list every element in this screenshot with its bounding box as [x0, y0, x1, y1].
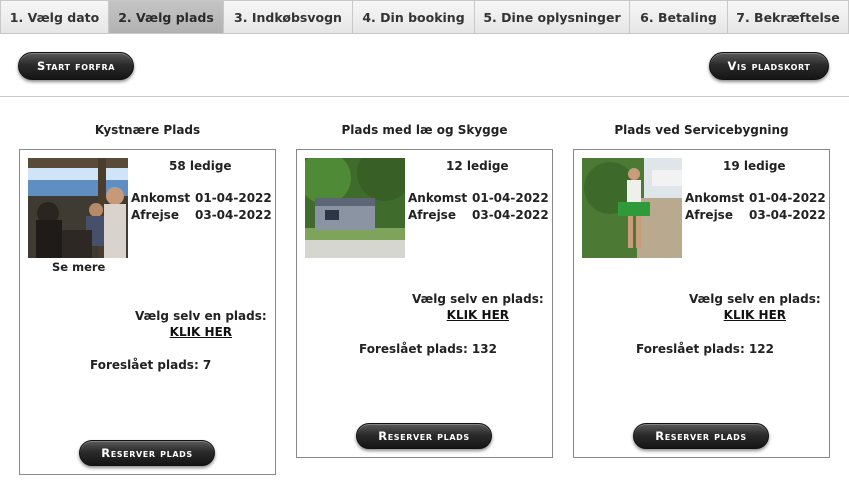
suggested-place: Foreslået plads: 122: [636, 342, 774, 356]
place-card: 12 ledige Ankomst 01-04-2022 Afrejse 03-04…: [296, 149, 553, 458]
place-card: Se mere 58 ledige Ankomst 01-04-2022 Afre…: [19, 149, 276, 475]
reserve-button[interactable]: Reserver plads: [79, 440, 215, 466]
place-title: Plads ved Servicebygning: [614, 123, 789, 137]
arrival-label: Ankomst: [408, 191, 468, 205]
show-map-button[interactable]: Vis pladskort: [709, 52, 829, 80]
tab-cart[interactable]: 3. Indkøbsvogn: [224, 0, 353, 33]
choose-self-section: Vælg selv en plads: KLIK HER: [135, 309, 267, 339]
availability-count: 19 ledige: [723, 159, 786, 173]
click-here-link[interactable]: KLIK HER: [412, 308, 544, 322]
departure-date: 03-04-2022: [472, 208, 549, 222]
place-photo: [305, 158, 405, 258]
stay-dates: Ankomst 01-04-2022 Afrejse 03-04-2022: [408, 190, 549, 224]
arrival-date: 01-04-2022: [749, 191, 826, 205]
departure-label: Afrejse: [685, 208, 733, 222]
tab-confirmation[interactable]: 7. Bekræftelse: [728, 0, 849, 33]
arrival-date: 01-04-2022: [195, 191, 272, 205]
suggested-place: Foreslået plads: 132: [359, 342, 497, 356]
departure-label: Afrejse: [131, 208, 179, 222]
departure-date: 03-04-2022: [195, 208, 272, 222]
availability-count: 58 ledige: [169, 159, 232, 173]
step-tabs: 1. Vælg dato 2. Vælg plads 3. Indkøbsvog…: [0, 0, 849, 34]
stay-dates: Ankomst 01-04-2022 Afrejse 03-04-2022: [131, 190, 272, 224]
departure-label: Afrejse: [408, 208, 456, 222]
tab-payment[interactable]: 6. Betaling: [630, 0, 728, 33]
see-more-link[interactable]: Se mere: [52, 260, 105, 274]
place-title: Plads med læ og Skygge: [341, 123, 508, 137]
tab-select-date[interactable]: 1. Vælg dato: [0, 0, 109, 33]
start-over-button[interactable]: Start forfra: [18, 52, 134, 80]
arrival-label: Ankomst: [685, 191, 745, 205]
availability-count: 12 ledige: [446, 159, 509, 173]
click-here-link[interactable]: KLIK HER: [135, 325, 267, 339]
tab-your-info[interactable]: 5. Dine oplysninger: [475, 0, 630, 33]
arrival-label: Ankomst: [131, 191, 191, 205]
departure-date: 03-04-2022: [749, 208, 826, 222]
choose-self-label: Vælg selv en plads:: [412, 292, 544, 306]
suggested-place: Foreslået plads: 7: [90, 358, 212, 372]
place-photo: [28, 158, 128, 258]
tab-booking[interactable]: 4. Din booking: [353, 0, 475, 33]
tab-select-place[interactable]: 2. Vælg plads: [109, 0, 224, 33]
choose-self-label: Vælg selv en plads:: [135, 309, 267, 323]
stay-dates: Ankomst 01-04-2022 Afrejse 03-04-2022: [685, 190, 826, 224]
choose-self-section: Vælg selv en plads: KLIK HER: [689, 292, 821, 322]
place-card: 19 ledige Ankomst 01-04-2022 Afrejse 03-04…: [573, 149, 830, 458]
reserve-button[interactable]: Reserver plads: [356, 423, 492, 449]
place-title: Kystnære Plads: [94, 123, 201, 137]
choose-self-section: Vælg selv en plads: KLIK HER: [412, 292, 544, 322]
action-bar: Start forfra Vis pladskort: [0, 34, 849, 97]
choose-self-label: Vælg selv en plads:: [689, 292, 821, 306]
arrival-date: 01-04-2022: [472, 191, 549, 205]
place-photo: [582, 158, 682, 258]
click-here-link[interactable]: KLIK HER: [689, 308, 821, 322]
reserve-button[interactable]: Reserver plads: [633, 423, 769, 449]
